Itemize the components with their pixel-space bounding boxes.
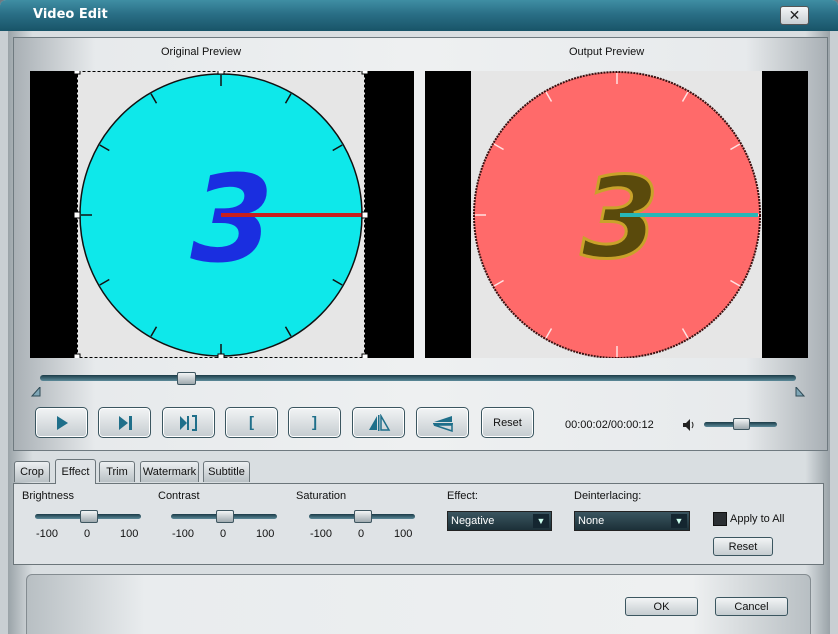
frame-bracket-icon [179, 414, 197, 431]
video-edit-window: Video Edit ✕ Original Preview Output Pre… [0, 0, 838, 634]
effect-reset-button[interactable]: Reset [713, 537, 773, 556]
snapshot-button[interactable] [162, 407, 215, 438]
preview-reset-button[interactable]: Reset [481, 407, 534, 438]
saturation-label: Saturation [296, 490, 347, 502]
brightness-min-label: -100 [36, 528, 59, 540]
window-title: Video Edit [33, 7, 108, 22]
output-clock-image: 3 [473, 71, 761, 358]
apply-to-all-label: Apply to All [730, 513, 785, 525]
volume-icon [683, 419, 694, 431]
start-bracket-icon: [ [249, 414, 254, 431]
flip-vertical-icon [432, 415, 453, 432]
set-end-button[interactable]: ] [288, 407, 341, 438]
end-bracket-icon: ] [312, 414, 317, 431]
tab-subtitle[interactable]: Subtitle [203, 461, 250, 482]
saturation-max-label: 100 [394, 528, 413, 540]
tab-watermark[interactable]: Watermark [140, 461, 199, 482]
brightness-mid-label: 0 [84, 528, 91, 540]
brightness-label: Brightness [22, 490, 74, 502]
next-frame-button[interactable] [98, 407, 151, 438]
end-marker-icon[interactable] [794, 387, 806, 397]
saturation-min-label: -100 [310, 528, 333, 540]
title-bar: Video Edit ✕ [0, 0, 838, 31]
contrast-thumb[interactable] [216, 510, 234, 523]
contrast-mid-label: 0 [220, 528, 227, 540]
saturation-thumb[interactable] [354, 510, 372, 523]
contrast-max-label: 100 [256, 528, 275, 540]
brightness-max-label: 100 [120, 528, 139, 540]
play-button[interactable] [35, 407, 88, 438]
chevron-down-icon: ▼ [671, 514, 687, 528]
close-button[interactable]: ✕ [780, 6, 809, 25]
ok-button[interactable]: OK [625, 597, 698, 616]
brightness-thumb[interactable] [80, 510, 98, 523]
original-clock-digit: 3 [190, 151, 274, 290]
effect-dropdown[interactable]: Negative ▼ [447, 511, 552, 531]
chevron-down-icon: ▼ [533, 514, 549, 528]
tab-trim[interactable]: Trim [99, 461, 135, 482]
timeline [30, 363, 810, 399]
contrast-min-label: -100 [172, 528, 195, 540]
tab-crop[interactable]: Crop [14, 461, 50, 482]
time-display: 00:00:02/00:00:12 [565, 419, 654, 431]
volume-thumb[interactable] [733, 418, 750, 430]
step-forward-icon [118, 415, 132, 430]
tab-effect[interactable]: Effect [55, 459, 96, 484]
saturation-mid-label: 0 [358, 528, 365, 540]
cancel-button[interactable]: Cancel [715, 597, 788, 616]
start-marker-icon[interactable] [30, 387, 42, 397]
flip-horizontal-button[interactable] [352, 407, 405, 438]
output-preview-title: Output Preview [569, 46, 645, 58]
set-start-button[interactable]: [ [225, 407, 278, 438]
original-clock-image: 3 [73, 71, 369, 358]
effect-tab-panel [13, 483, 824, 565]
timeline-thumb[interactable] [177, 372, 197, 385]
deinterlacing-dropdown[interactable]: None ▼ [574, 511, 690, 531]
flip-vertical-button[interactable] [416, 407, 469, 438]
apply-to-all-checkbox[interactable] [713, 512, 727, 526]
deinterlacing-label: Deinterlacing: [574, 490, 642, 502]
play-icon [56, 415, 68, 430]
effect-label: Effect: [447, 490, 478, 502]
output-preview-video: 3 [425, 71, 808, 358]
close-icon: ✕ [788, 7, 801, 23]
contrast-label: Contrast [158, 490, 200, 502]
output-clock-digit: 3 [581, 154, 659, 284]
flip-horizontal-icon [368, 413, 390, 431]
original-preview-title: Original Preview [161, 46, 242, 58]
timeline-track[interactable] [40, 375, 796, 381]
original-preview-video[interactable]: 3 [30, 71, 414, 358]
